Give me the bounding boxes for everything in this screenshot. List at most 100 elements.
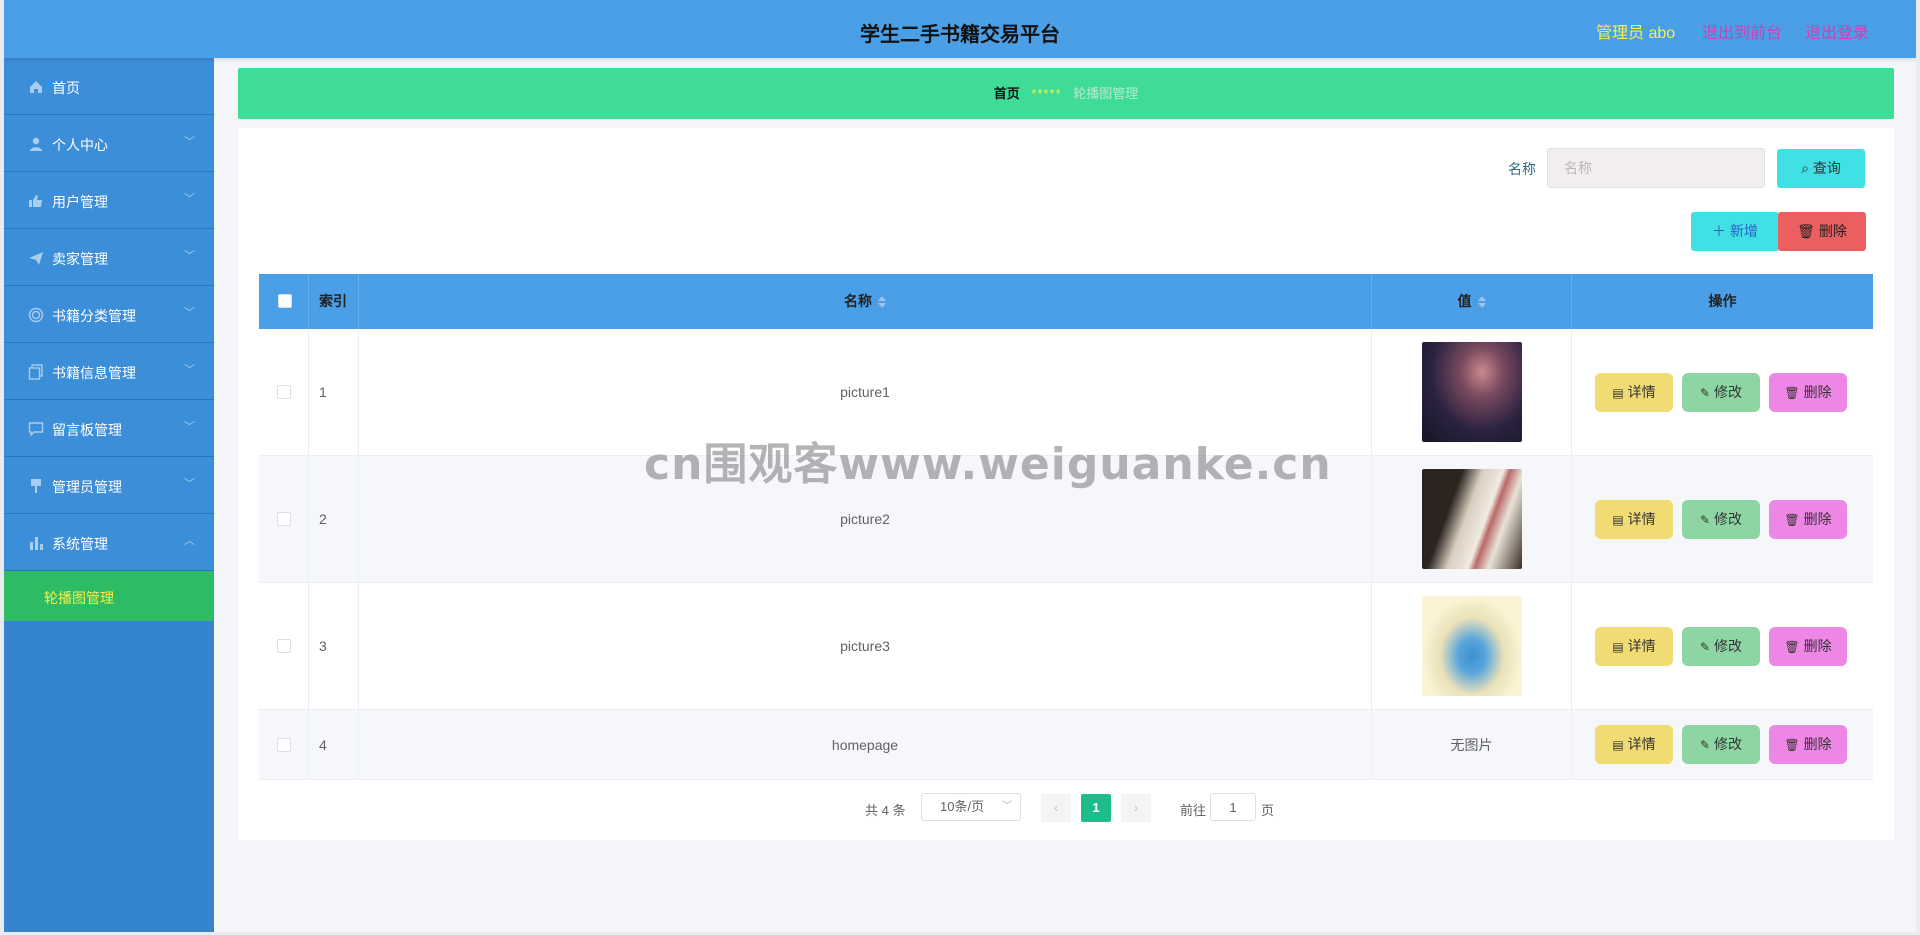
pin-icon <box>31 479 41 493</box>
pencil-icon: ✎ <box>1699 640 1711 654</box>
select-all-checkbox[interactable] <box>278 294 292 308</box>
pencil-icon: ✎ <box>1699 513 1711 527</box>
row-value <box>1372 583 1572 709</box>
delete-button[interactable]: 🗑 删除 <box>1769 725 1847 764</box>
row-select-cell <box>259 710 309 779</box>
column-value-label: 值 <box>1457 293 1472 309</box>
edit-label: 修改 <box>1714 511 1743 527</box>
sidebar-item-book-info[interactable]: 书籍信息管理 ﹀ <box>4 343 214 400</box>
sidebar-item-label: 管理员管理 <box>52 479 122 495</box>
sidebar-item-users[interactable]: 用户管理 ﹀ <box>4 172 214 229</box>
detail-button[interactable]: ▤ 详情 <box>1595 373 1673 412</box>
detail-button[interactable]: ▤ 详情 <box>1595 725 1673 764</box>
row-select-cell <box>259 583 309 709</box>
table-row: 1 picture1 ▤ 详情 ✎ 修改 🗑 删除 <box>259 329 1873 456</box>
pencil-icon: ✎ <box>1699 738 1711 752</box>
row-actions: ▤ 详情 ✎ 修改 🗑 删除 <box>1572 456 1873 582</box>
row-image[interactable] <box>1421 342 1522 442</box>
detail-button[interactable]: ▤ 详情 <box>1595 627 1673 666</box>
detail-button[interactable]: ▤ 详情 <box>1595 500 1673 539</box>
chevron-down-icon: ﹀ <box>184 136 195 148</box>
breadcrumb: 首页 ***** 轮播图管理 <box>238 68 1894 119</box>
row-actions: ▤ 详情 ✎ 修改 🗑 删除 <box>1572 329 1873 455</box>
chevron-down-icon: ﹀ <box>184 478 195 490</box>
row-index: 2 <box>309 456 359 582</box>
home-icon <box>30 81 42 93</box>
page-number-current[interactable]: 1 <box>1081 794 1111 822</box>
sort-icon[interactable] <box>878 296 886 309</box>
column-name-label: 名称 <box>844 293 872 309</box>
front-link[interactable]: 退出到前台 <box>1702 19 1782 43</box>
search-icon: ⌕ <box>1801 160 1813 176</box>
document-icon: ▤ <box>1612 513 1624 527</box>
logout-link[interactable]: 退出登录 <box>1805 19 1869 43</box>
total-count: 共 4 条 <box>865 803 906 818</box>
row-checkbox[interactable] <box>277 385 291 399</box>
detail-label: 详情 <box>1627 511 1656 527</box>
content-panel: 名称 ⌕ 查询 ＋ 新增 🗑 删除 索引 名称 值 操 <box>238 128 1894 840</box>
sidebar-item-label: 留言板管理 <box>52 422 122 438</box>
column-index: 索引 <box>309 274 359 329</box>
goto-label: 前往 <box>1180 803 1207 818</box>
table-row: 3 picture3 ▤ 详情 ✎ 修改 🗑 删除 <box>259 583 1873 710</box>
breadcrumb-home[interactable]: 首页 <box>994 86 1020 101</box>
search-input[interactable] <box>1547 148 1765 188</box>
search-label: 名称 <box>1508 161 1536 177</box>
goto-page-input[interactable] <box>1210 793 1256 821</box>
query-button-label: 查询 <box>1812 160 1841 176</box>
column-name[interactable]: 名称 <box>359 274 1372 329</box>
row-value <box>1372 329 1572 455</box>
sidebar-item-sellers[interactable]: 卖家管理 ﹀ <box>4 229 214 286</box>
delete-button[interactable]: 🗑 删除 <box>1769 627 1847 666</box>
column-value[interactable]: 值 <box>1372 274 1572 329</box>
sidebar-item-label: 个人中心 <box>52 137 108 153</box>
next-page-button[interactable]: › <box>1121 794 1151 822</box>
edit-button[interactable]: ✎ 修改 <box>1682 627 1760 666</box>
chevron-down-icon: ﹀ <box>184 307 195 319</box>
sidebar-subitem-carousel[interactable]: 轮播图管理 <box>4 571 214 621</box>
row-value-text: 无图片 <box>1372 710 1572 779</box>
breadcrumb-separator: ***** <box>1031 86 1062 101</box>
sidebar-item-admins[interactable]: 管理员管理 ﹀ <box>4 457 214 514</box>
query-button[interactable]: ⌕ 查询 <box>1777 149 1865 188</box>
row-name: homepage <box>359 710 1372 779</box>
add-button-label: 新增 <box>1729 223 1758 239</box>
sidebar-item-home[interactable]: 首页 <box>4 58 214 115</box>
sidebar-item-book-category[interactable]: 书籍分类管理 ﹀ <box>4 286 214 343</box>
thumb-icon <box>29 195 42 207</box>
sidebar-item-messages[interactable]: 留言板管理 ﹀ <box>4 400 214 457</box>
row-checkbox[interactable] <box>277 737 291 752</box>
add-button[interactable]: ＋ 新增 <box>1691 212 1779 251</box>
row-name: picture2 <box>359 456 1372 582</box>
row-checkbox[interactable] <box>277 512 291 526</box>
sort-icon[interactable] <box>1477 296 1486 309</box>
chevron-right-icon: › <box>1133 800 1139 815</box>
sidebar-item-personal[interactable]: 个人中心 ﹀ <box>4 115 214 172</box>
sidebar-item-system[interactable]: 系统管理 ︿ <box>4 514 214 571</box>
edit-label: 修改 <box>1714 736 1743 752</box>
sidebar-item-label: 书籍分类管理 <box>52 308 136 324</box>
table-row: 2 picture2 ▤ 详情 ✎ 修改 🗑 删除 <box>259 456 1873 583</box>
delete-label: 删除 <box>1803 384 1832 400</box>
top-header: 学生二手书籍交易平台 管理员 abo 退出到前台 退出登录 <box>4 0 1916 58</box>
delete-button[interactable]: 🗑 删除 <box>1769 500 1847 539</box>
delete-button[interactable]: 🗑 删除 <box>1769 373 1847 412</box>
prev-page-button[interactable]: ‹ <box>1041 794 1071 822</box>
batch-delete-button[interactable]: 🗑 删除 <box>1778 212 1866 251</box>
edit-button[interactable]: ✎ 修改 <box>1682 725 1760 764</box>
document-icon: ▤ <box>1612 640 1624 654</box>
target-icon <box>28 307 44 323</box>
edit-button[interactable]: ✎ 修改 <box>1682 373 1760 412</box>
chevron-left-icon: ‹ <box>1053 800 1059 815</box>
trash-icon: 🗑 <box>1784 386 1800 400</box>
row-index: 4 <box>309 710 359 779</box>
trash-icon: 🗑 <box>1784 738 1800 752</box>
row-image[interactable] <box>1421 596 1522 696</box>
row-image[interactable] <box>1421 469 1522 569</box>
breadcrumb-current: 轮播图管理 <box>1073 86 1139 101</box>
sidebar-item-label: 书籍信息管理 <box>52 365 136 381</box>
page-size-select[interactable]: 10条/页 ﹀ <box>921 793 1021 821</box>
row-checkbox[interactable] <box>277 639 291 653</box>
edit-button[interactable]: ✎ 修改 <box>1682 500 1760 539</box>
page-size-value: 10条/页 <box>940 799 985 814</box>
